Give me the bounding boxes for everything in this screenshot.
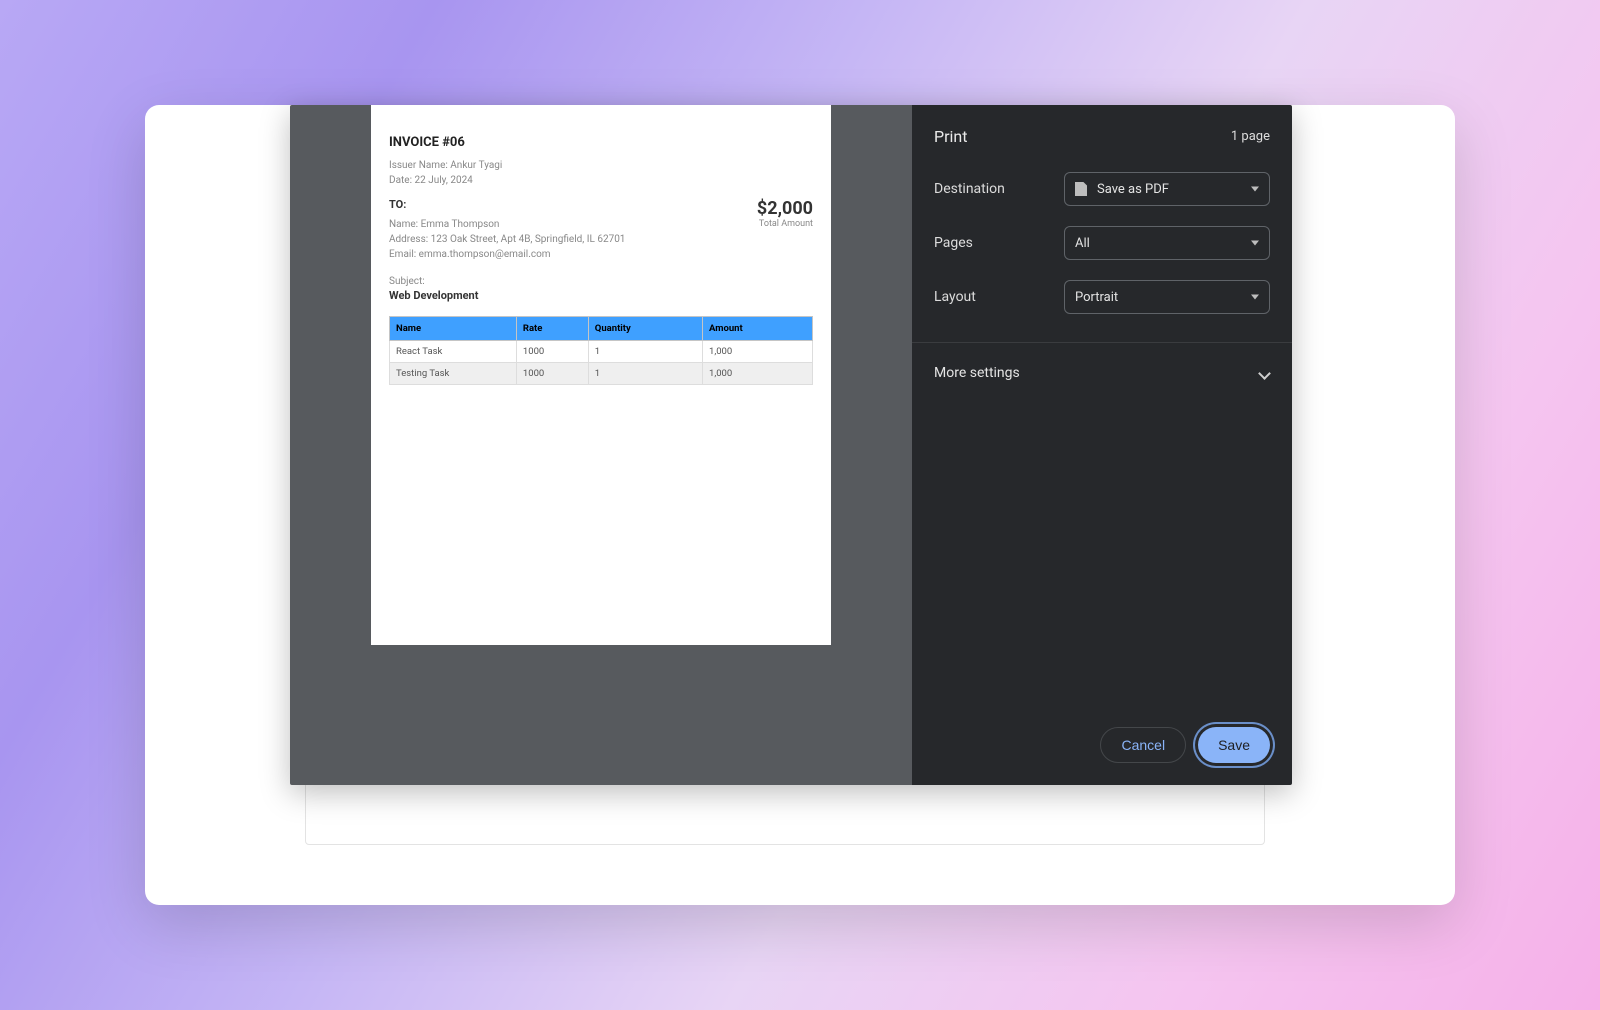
col-amount: Amount xyxy=(703,317,813,341)
to-email-label: Email: xyxy=(389,249,416,260)
chevron-down-icon xyxy=(1251,295,1259,300)
issuer-label: Issuer Name: xyxy=(389,160,448,171)
cell-rate: 1000 xyxy=(516,363,588,385)
print-preview-pane: INVOICE #06 Issuer Name: Ankur Tyagi Dat… xyxy=(290,105,912,785)
col-name: Name xyxy=(390,317,517,341)
destination-value: Save as PDF xyxy=(1097,182,1169,197)
save-button[interactable]: Save xyxy=(1198,727,1270,763)
subject-value: Web Development xyxy=(389,289,813,302)
invoice-items-table: Name Rate Quantity Amount React Task 100… xyxy=(389,316,813,385)
to-block: Name: Emma Thompson Address: 123 Oak Str… xyxy=(389,217,625,262)
date-value: 22 July, 2024 xyxy=(414,175,472,186)
cell-amount: 1,000 xyxy=(703,341,813,363)
layout-value: Portrait xyxy=(1075,290,1118,305)
invoice-title: INVOICE #06 xyxy=(389,135,813,150)
to-email: emma.thompson@email.com xyxy=(419,249,551,260)
destination-label: Destination xyxy=(934,181,1064,197)
cell-qty: 1 xyxy=(588,341,702,363)
chevron-down-icon xyxy=(1258,367,1270,379)
to-name: Emma Thompson xyxy=(421,219,500,230)
app-window: INVOICE #06 Issuer Name: Ankur Tyagi Dat… xyxy=(145,105,1455,905)
more-settings-label: More settings xyxy=(934,365,1020,381)
issuer-value: Ankur Tyagi xyxy=(450,160,502,171)
divider xyxy=(912,342,1292,343)
destination-select[interactable]: Save as PDF xyxy=(1064,172,1270,206)
to-address: 123 Oak Street, Apt 4B, Springfield, IL … xyxy=(431,234,626,245)
page-count: 1 page xyxy=(1231,129,1270,144)
dialog-title: Print xyxy=(934,127,967,146)
subject-label: Subject: xyxy=(389,276,813,287)
to-address-label: Address: xyxy=(389,234,428,245)
cell-amount: 1,000 xyxy=(703,363,813,385)
pages-label: Pages xyxy=(934,235,1064,251)
table-row: Testing Task 1000 1 1,000 xyxy=(390,363,813,385)
cell-name: React Task xyxy=(390,341,517,363)
print-settings-pane: Print 1 page Destination Save as PDF Pag… xyxy=(912,105,1292,785)
col-rate: Rate xyxy=(516,317,588,341)
total-amount-label: Total Amount xyxy=(757,219,813,229)
invoice-meta: Issuer Name: Ankur Tyagi Date: 22 July, … xyxy=(389,158,813,188)
cell-qty: 1 xyxy=(588,363,702,385)
chevron-down-icon xyxy=(1251,187,1259,192)
more-settings-toggle[interactable]: More settings xyxy=(934,361,1270,385)
to-label: TO: xyxy=(389,198,625,211)
layout-select[interactable]: Portrait xyxy=(1064,280,1270,314)
cell-rate: 1000 xyxy=(516,341,588,363)
date-label: Date: xyxy=(389,175,412,186)
pages-select[interactable]: All xyxy=(1064,226,1270,260)
layout-label: Layout xyxy=(934,289,1064,305)
to-name-label: Name: xyxy=(389,219,418,230)
table-row: React Task 1000 1 1,000 xyxy=(390,341,813,363)
pdf-icon xyxy=(1075,182,1087,196)
col-quantity: Quantity xyxy=(588,317,702,341)
total-amount: $2,000 xyxy=(757,198,813,219)
print-dialog: INVOICE #06 Issuer Name: Ankur Tyagi Dat… xyxy=(290,105,1292,785)
chevron-down-icon xyxy=(1251,241,1259,246)
preview-page: INVOICE #06 Issuer Name: Ankur Tyagi Dat… xyxy=(371,105,831,645)
cancel-button[interactable]: Cancel xyxy=(1100,727,1186,763)
cell-name: Testing Task xyxy=(390,363,517,385)
pages-value: All xyxy=(1075,236,1090,251)
